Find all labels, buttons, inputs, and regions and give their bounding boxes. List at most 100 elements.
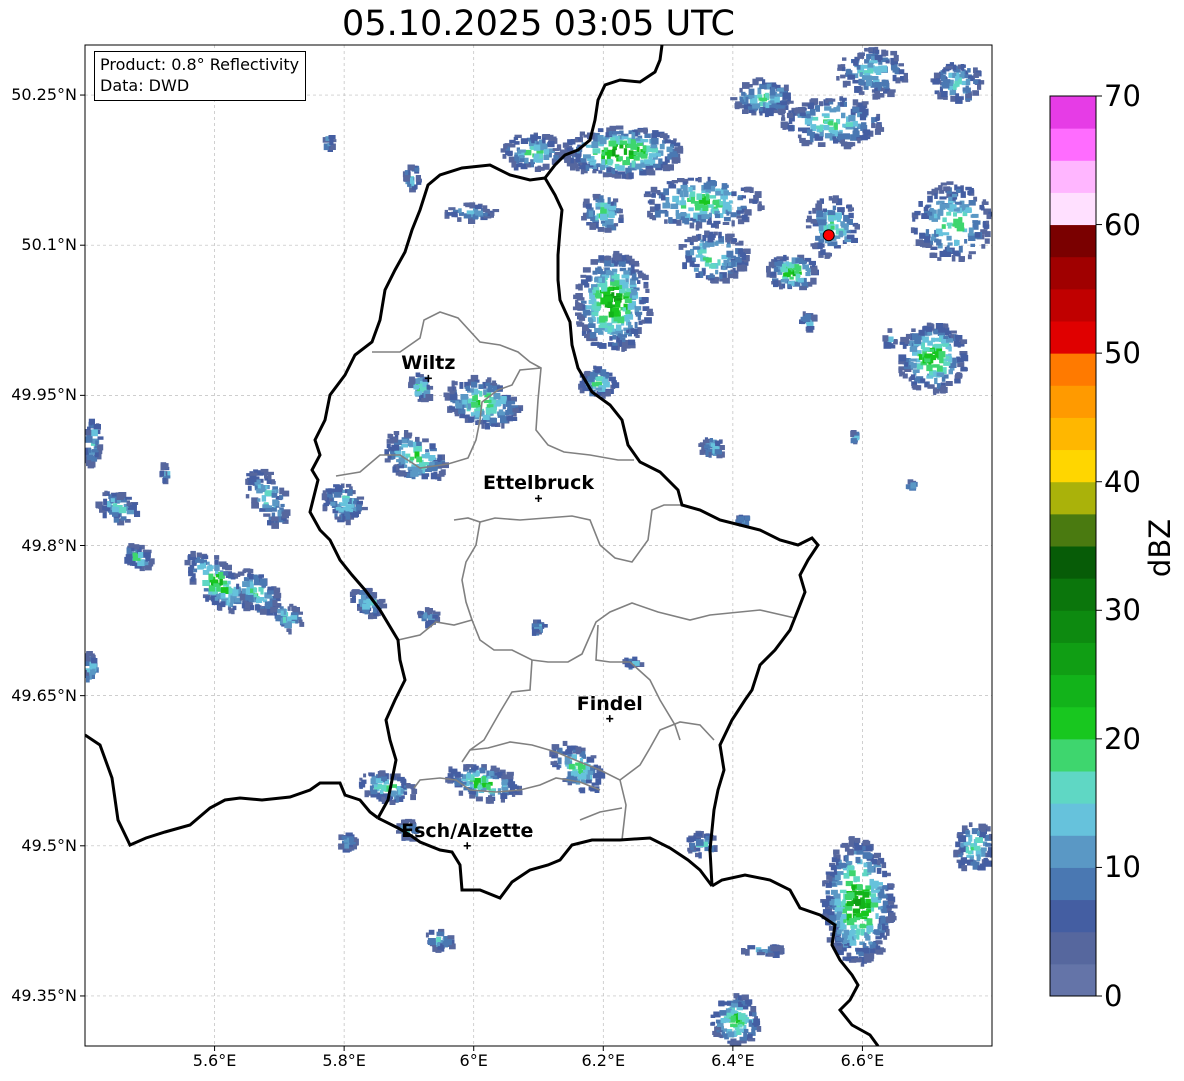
product-info-box: Product: 0.8° Reflectivity Data: DWD — [94, 51, 307, 101]
echo-pixel — [705, 257, 712, 263]
echo-pixel — [860, 963, 865, 967]
echo-pixel — [954, 378, 961, 384]
echo-pixel — [927, 323, 934, 327]
echo-pixel — [804, 118, 813, 125]
echo-pixel — [609, 205, 616, 211]
echo-pixel — [582, 267, 591, 273]
echo-pixel — [836, 915, 841, 921]
echo-pixel — [783, 272, 789, 277]
echo-pixel — [633, 151, 638, 156]
echo-pixel — [369, 772, 375, 777]
echo-pixel — [837, 207, 845, 213]
colorbar-segment — [1050, 96, 1096, 129]
lat-tick-label: 50.25°N — [11, 85, 77, 105]
echo-pixel — [631, 289, 637, 296]
echo-pixel — [791, 280, 795, 286]
colorbar-segment — [1050, 321, 1096, 354]
echo-pixel — [855, 845, 863, 851]
echo-pixel — [513, 136, 519, 141]
echo-pixel — [711, 1021, 716, 1026]
echo-pixel — [705, 449, 709, 457]
echo-pixel — [184, 559, 191, 566]
echo-pixel — [881, 916, 887, 920]
echo-pixel — [614, 223, 619, 227]
echo-pixel — [86, 460, 92, 467]
echo-pixel — [260, 468, 269, 473]
echo-pixel — [970, 214, 978, 218]
echo-pixel — [914, 210, 921, 216]
lat-tick-label: 49.5°N — [21, 835, 77, 855]
echo-pixel — [911, 384, 918, 389]
echo-pixel — [795, 265, 802, 272]
echo-pixel — [841, 112, 846, 119]
echo-pixel — [875, 49, 880, 54]
echo-pixel — [695, 832, 702, 837]
echo-pixel — [688, 187, 693, 192]
echo-pixel — [590, 259, 598, 265]
echo-pixel — [219, 575, 225, 579]
echo-pixel — [552, 148, 559, 152]
echo-pixel — [601, 159, 606, 165]
echo-pixel — [731, 1002, 739, 1008]
echo-pixel — [745, 96, 749, 104]
echo-pixel — [496, 402, 501, 407]
colorbar-segment — [1050, 353, 1096, 386]
city-marker — [606, 715, 614, 723]
echo-pixel — [346, 504, 354, 508]
echo-pixel — [323, 502, 330, 507]
echo-pixel — [635, 137, 641, 141]
echo-pixel — [854, 224, 860, 230]
echo-pixel — [842, 57, 847, 61]
echo-pixel — [898, 63, 904, 67]
echo-pixel — [611, 380, 617, 384]
echo-pixel — [103, 498, 108, 506]
echo-pixel — [723, 190, 729, 196]
echo-pixel — [974, 232, 981, 238]
echo-pixel — [871, 56, 875, 61]
echo-pixel — [794, 281, 798, 287]
echo-pixel — [709, 263, 717, 269]
echo-pixel — [541, 624, 548, 628]
colorbar-tick-label: 50 — [1104, 336, 1141, 371]
echo-pixel — [941, 224, 946, 229]
echo-pixel — [680, 212, 687, 217]
colorbar-segment — [1050, 288, 1096, 322]
echo-pixel — [927, 191, 933, 195]
echo-pixel — [277, 509, 282, 517]
echo-pixel — [950, 95, 956, 102]
echo-pixel — [697, 177, 702, 183]
echo-pixel — [112, 506, 120, 513]
colorbar-segment — [1050, 931, 1096, 965]
echo-pixel — [815, 105, 820, 112]
echo-pixel — [682, 262, 687, 270]
echo-pixel — [885, 60, 890, 64]
colorbar-segment — [1050, 449, 1096, 483]
echo-pixel — [664, 219, 668, 224]
echo-pixel — [766, 84, 770, 90]
echo-pixel — [911, 328, 916, 332]
echo-pixel — [638, 272, 644, 276]
echo-pixel — [945, 65, 954, 69]
echo-pixel — [770, 271, 777, 277]
echo-pixel — [511, 161, 517, 168]
echo-pixel — [599, 195, 604, 202]
echo-pixel — [264, 473, 268, 479]
echo-pixel — [649, 212, 653, 220]
echo-pixel — [958, 835, 967, 843]
echo-pixel — [977, 84, 982, 90]
echo-pixel — [960, 71, 965, 77]
echo-pixel — [857, 52, 865, 59]
echo-pixel — [436, 931, 445, 937]
echo-pixel — [952, 357, 957, 364]
echo-pixel — [402, 438, 408, 444]
echo-pixel — [953, 212, 957, 217]
echo-pixel — [876, 93, 885, 98]
echo-pixel — [864, 956, 872, 963]
echo-pixel — [975, 837, 983, 843]
echo-pixel — [943, 361, 951, 366]
echo-pixel — [414, 167, 419, 172]
echo-pixel — [640, 153, 648, 159]
echo-pixel — [965, 78, 971, 86]
echo-pixel — [943, 335, 949, 339]
lat-tick-label: 49.65°N — [11, 685, 77, 705]
